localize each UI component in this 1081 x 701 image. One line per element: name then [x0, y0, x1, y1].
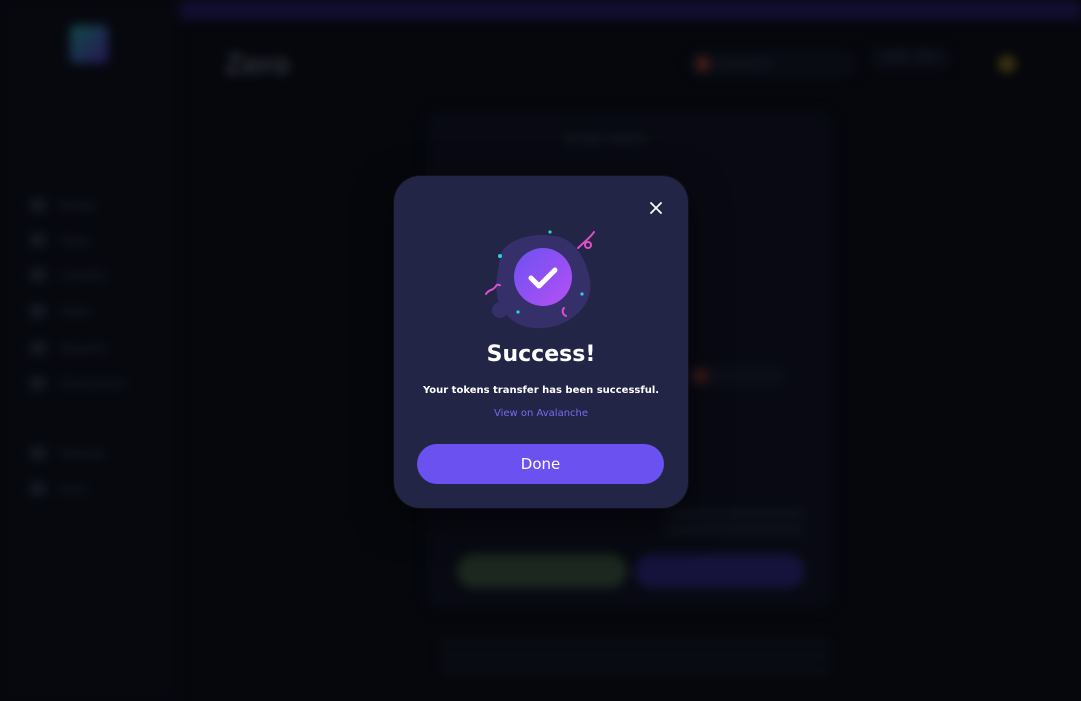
done-button[interactable]: Done: [417, 444, 664, 484]
view-on-explorer-link[interactable]: View on Avalanche: [394, 408, 688, 419]
close-icon: [650, 202, 662, 214]
modal-message: Your tokens transfer has been successful…: [422, 385, 660, 396]
success-modal: Success! Your tokens transfer has been s…: [394, 176, 688, 508]
close-button[interactable]: [648, 200, 664, 216]
success-check-icon: [485, 230, 595, 329]
modal-title: Success!: [486, 342, 596, 367]
